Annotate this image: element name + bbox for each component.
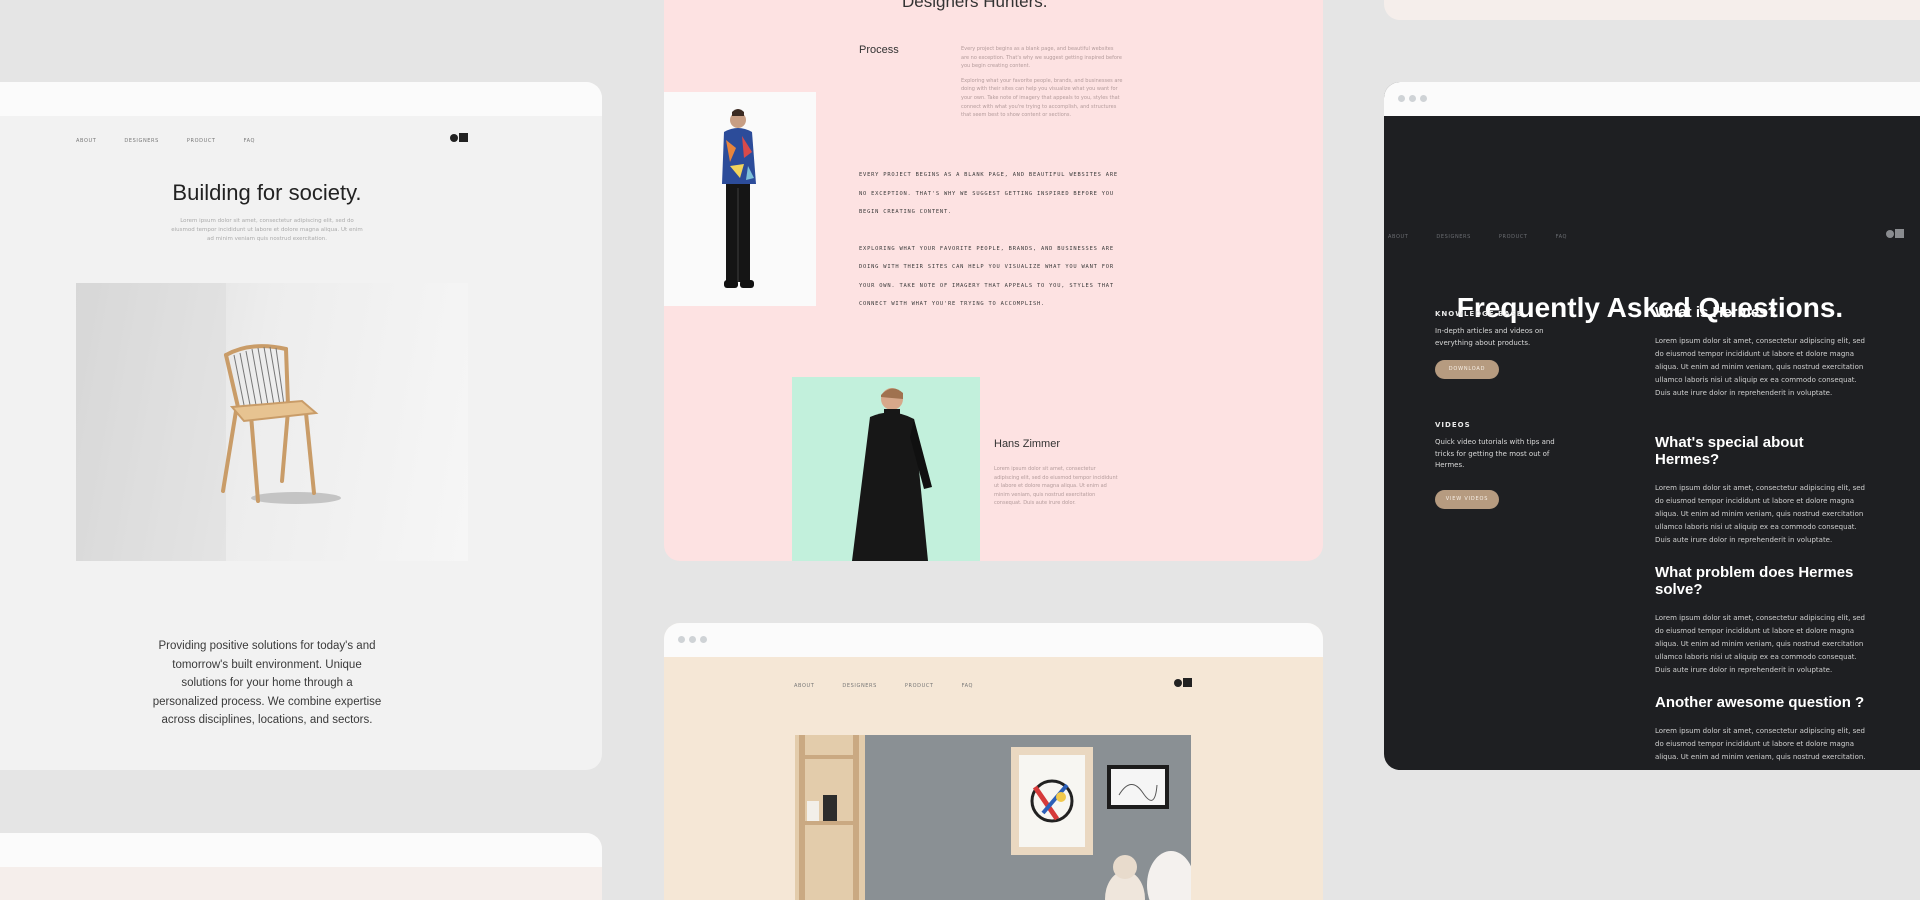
mono-text: Every project begins as a blank page, an…: [859, 166, 1125, 314]
person-name: Hans Zimmer: [994, 438, 1061, 450]
faq-question[interactable]: What problem does Hermes solve?: [1655, 564, 1871, 598]
nav-product[interactable]: Product: [905, 683, 934, 689]
logo-icon[interactable]: [450, 133, 468, 142]
faq-question[interactable]: What is Hermes?: [1655, 304, 1871, 321]
nav-designers[interactable]: Designers: [842, 683, 876, 689]
person-text: Lorem ipsum dolor sit amet, consectetur …: [994, 466, 1118, 507]
kb-text: In-depth articles and videos on everythi…: [1435, 327, 1544, 347]
nav-product[interactable]: Product: [1499, 234, 1528, 240]
faq-card: About Designers Product FAQ Frequently A…: [1384, 82, 1920, 770]
chair-image: [76, 283, 468, 561]
nav-faq[interactable]: FAQ: [244, 138, 256, 144]
intro-text: Providing positive solutions for today's…: [152, 640, 382, 726]
nav-designers[interactable]: Designers: [1436, 234, 1470, 240]
faq-question[interactable]: What's special about Hermes?: [1655, 434, 1871, 468]
knowledge-base-block: KNOWLEDGE BASE In-depth articles and vid…: [1435, 310, 1565, 379]
videos-text: Quick video tutorials with tips and tric…: [1435, 438, 1555, 469]
nav-product[interactable]: Product: [187, 138, 216, 144]
mono-paragraph: Every project begins as a blank page, an…: [859, 172, 1118, 215]
process-paragraph: Exploring what your favorite people, bra…: [961, 77, 1123, 119]
logo-icon[interactable]: [1886, 229, 1904, 238]
studio-image: [795, 735, 1191, 900]
logo-icon[interactable]: [1174, 678, 1192, 687]
model-photo-shirt: [664, 92, 816, 306]
videos-title: VIDEOS: [1435, 421, 1471, 429]
faq-item[interactable]: What problem does Hermes solve? Lorem ip…: [1655, 564, 1871, 677]
studio-card: About Designers Product FAQ: [664, 623, 1323, 900]
partial-card-top: [1384, 0, 1920, 20]
window-dots: [678, 636, 707, 643]
kb-title: KNOWLEDGE BASE: [1435, 310, 1523, 318]
designers-card: Designers Hunters. Process Every project…: [664, 0, 1323, 561]
mono-paragraph: Exploring what your favorite people, bra…: [859, 245, 1114, 308]
browser-chrome: [664, 623, 1323, 657]
process-paragraph: Every project begins as a blank page, an…: [961, 46, 1122, 70]
page-title: Building for society.: [172, 180, 362, 205]
nav-menu: About Designers Product FAQ: [1388, 234, 1567, 240]
model-photo-coat: [792, 377, 980, 561]
faq-answer: Lorem ipsum dolor sit amet, consectetur …: [1655, 614, 1865, 674]
browser-chrome: [0, 833, 602, 867]
faq-question[interactable]: Another awesome question ?: [1655, 694, 1871, 711]
partial-card-bottom: [0, 833, 602, 900]
faq-answer: Lorem ipsum dolor sit amet, consectetur …: [1655, 727, 1866, 761]
faq-answer: Lorem ipsum dolor sit amet, consectetur …: [1655, 484, 1865, 544]
nav-about[interactable]: About: [794, 683, 814, 689]
nav-about[interactable]: About: [1388, 234, 1408, 240]
faq-answer: Lorem ipsum dolor sit amet, consectetur …: [1655, 337, 1865, 397]
faq-item[interactable]: Another awesome question ? Lorem ipsum d…: [1655, 694, 1871, 764]
videos-block: VIDEOS Quick video tutorials with tips a…: [1435, 421, 1565, 509]
section-title: Designers Hunters.: [902, 0, 1048, 11]
faq-item[interactable]: What's special about Hermes? Lorem ipsum…: [1655, 434, 1871, 547]
nav-about[interactable]: About: [76, 138, 96, 144]
nav-faq[interactable]: FAQ: [1556, 234, 1568, 240]
faq-item[interactable]: What is Hermes? Lorem ipsum dolor sit am…: [1655, 304, 1871, 400]
view-videos-button[interactable]: View videos: [1435, 489, 1499, 509]
nav-faq[interactable]: FAQ: [962, 683, 974, 689]
nav-menu: About Designers Product FAQ: [76, 138, 255, 144]
nav-menu: About Designers Product FAQ: [794, 683, 973, 689]
process-text: Every project begins as a blank page, an…: [961, 45, 1123, 120]
building-card: About Designers Product FAQ Building for…: [0, 82, 602, 770]
page-subtitle: Lorem ipsum dolor sit amet, consectetur …: [171, 218, 363, 242]
download-button[interactable]: Download: [1435, 360, 1499, 379]
process-title: Process: [859, 44, 899, 56]
nav-designers[interactable]: Designers: [124, 138, 158, 144]
browser-chrome: [1384, 82, 1920, 116]
browser-chrome: [0, 82, 602, 116]
window-dots: [1398, 95, 1427, 102]
